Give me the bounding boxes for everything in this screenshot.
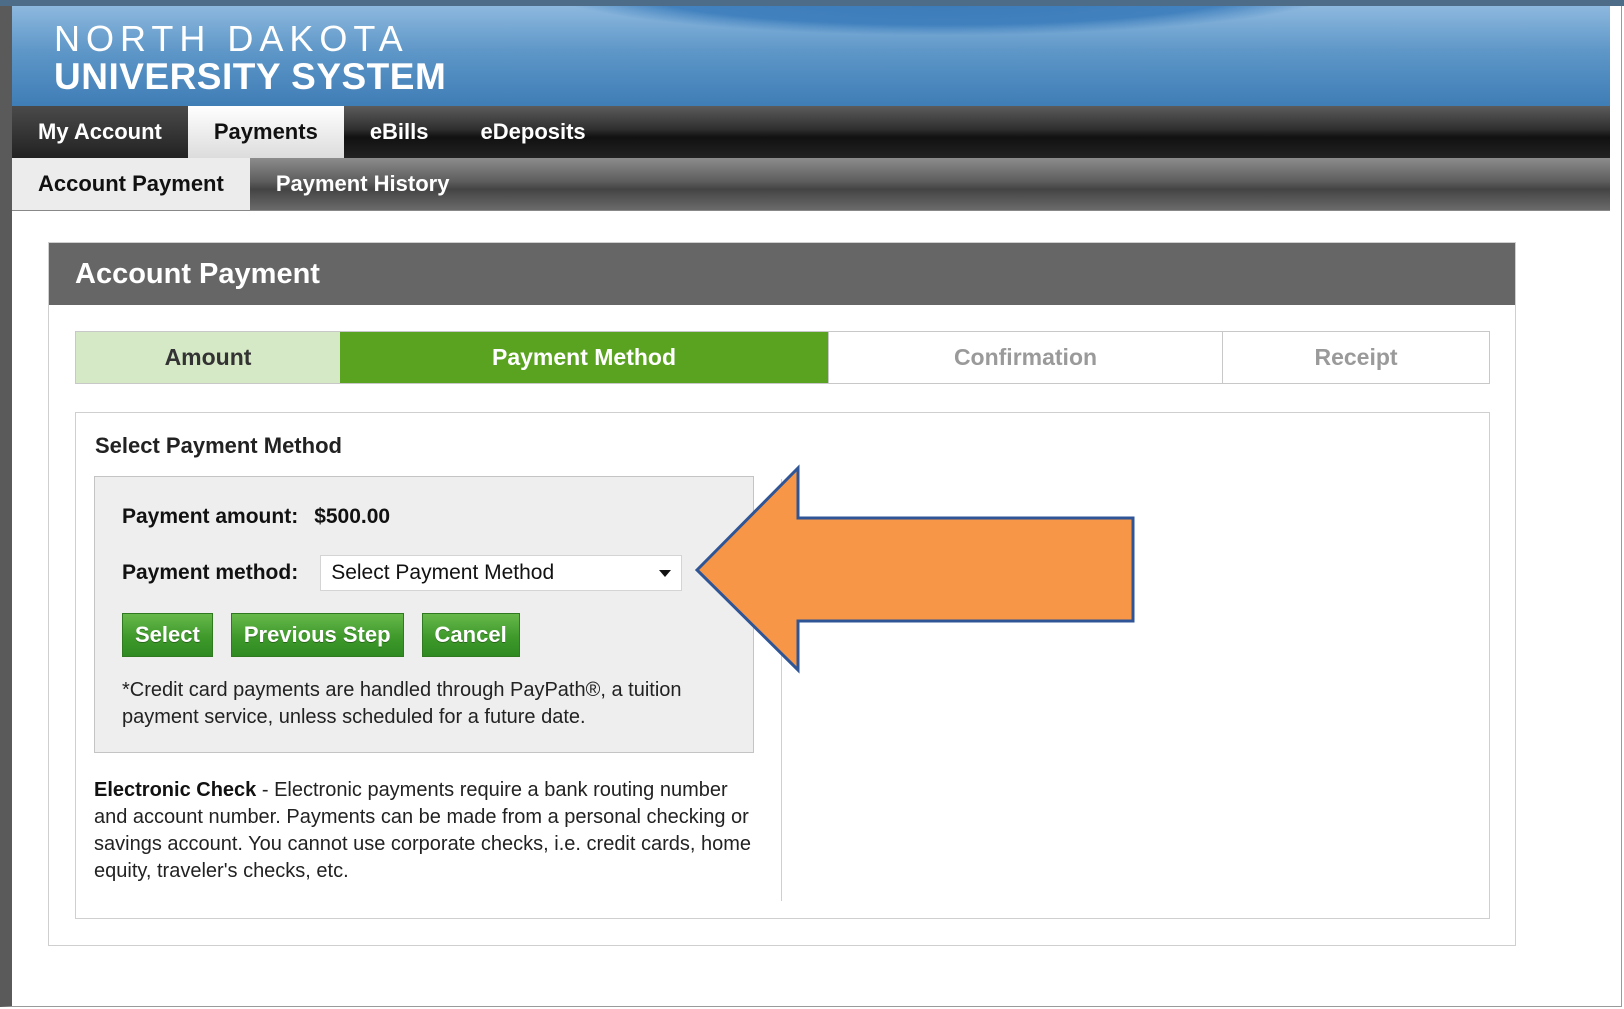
payment-method-select[interactable]: Select Payment Method <box>320 555 683 591</box>
tab-edeposits[interactable]: eDeposits <box>455 106 612 158</box>
panel-title: Account Payment <box>49 243 1515 305</box>
payment-method-selected: Select Payment Method <box>331 561 555 584</box>
payment-method-section: Select Payment Method Payment amount: $5… <box>75 412 1490 919</box>
tab-payments[interactable]: Payments <box>187 106 344 158</box>
cancel-button[interactable]: Cancel <box>421 613 520 657</box>
main-nav: My Account Payments eBills eDeposits <box>12 106 1610 158</box>
electronic-check-title: Electronic Check <box>94 779 257 801</box>
step-confirmation: Confirmation <box>828 332 1222 383</box>
credit-card-note: *Credit card payments are handled throug… <box>122 679 682 728</box>
tab-ebills[interactable]: eBills <box>344 106 455 158</box>
amount-value: $500.00 <box>314 505 391 528</box>
step-receipt: Receipt <box>1222 332 1489 383</box>
payment-form: Payment amount: $500.00 Payment method: … <box>94 476 754 753</box>
step-amount: Amount <box>76 332 340 383</box>
subtab-payment-history[interactable]: Payment History <box>250 158 476 210</box>
progress-steps: Amount Payment Method Confirmation Recei… <box>75 331 1490 384</box>
chevron-down-icon <box>659 569 672 577</box>
button-row: Select Previous Step Cancel <box>122 613 538 657</box>
previous-step-button[interactable]: Previous Step <box>230 613 404 657</box>
logo-line-2: UNIVERSITY SYSTEM <box>54 56 447 97</box>
account-payment-panel: Account Payment Amount Payment Method Co… <box>48 242 1516 946</box>
site-header: NORTH DAKOTA UNIVERSITY SYSTEM <box>12 6 1610 106</box>
method-row: Payment method: Select Payment Method <box>122 555 683 591</box>
electronic-check-info: Electronic Check - Electronic payments r… <box>94 777 754 885</box>
tab-my-account[interactable]: My Account <box>12 106 188 158</box>
logo-line-1: NORTH DAKOTA <box>54 18 409 59</box>
section-title: Select Payment Method <box>95 433 342 458</box>
method-label: Payment method: <box>122 561 299 584</box>
header-swoosh <box>532 6 1352 36</box>
select-button[interactable]: Select <box>122 613 213 657</box>
step-payment-method: Payment Method <box>340 332 828 383</box>
amount-label: Payment amount: <box>122 505 299 528</box>
sub-nav: Account Payment Payment History <box>12 158 1610 211</box>
column-divider <box>781 479 782 901</box>
amount-row: Payment amount: $500.00 <box>122 505 390 529</box>
subtab-account-payment[interactable]: Account Payment <box>12 158 250 210</box>
